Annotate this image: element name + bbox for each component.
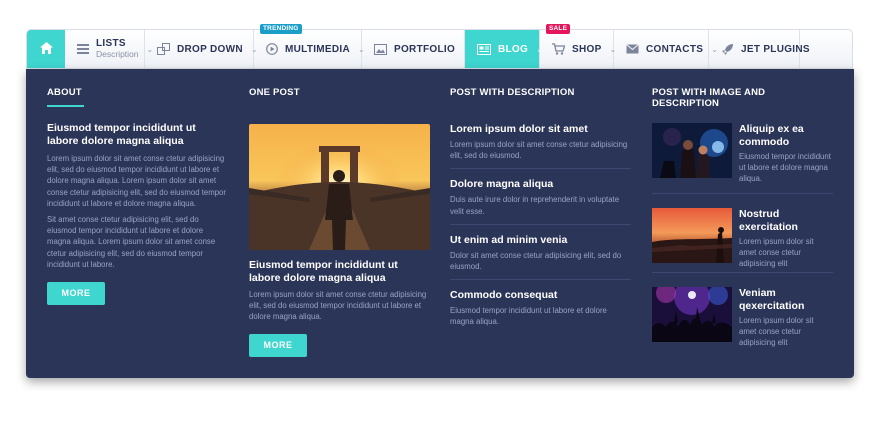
column-title-post-with-description: POST WITH DESCRIPTION <box>450 87 575 98</box>
post-excerpt: Eiusmod tempor incididunt ut labore et d… <box>739 152 831 184</box>
post-excerpt: Dolor sit amet conse ctetur adipisicing … <box>450 250 622 272</box>
post-thumbnail[interactable] <box>652 287 732 342</box>
nav-label-multimedia: MULTIMEDIA <box>285 43 351 55</box>
sale-badge: SALE <box>546 24 571 34</box>
nav-item-multimedia[interactable]: TRENDING MULTIMEDIA ⌄ <box>254 24 365 68</box>
list-item[interactable]: Aliquip ex ea commodo Eiusmod tempor inc… <box>652 123 832 189</box>
rocket-icon <box>721 42 734 56</box>
nav-item-lists[interactable]: LISTS Description ⌄ <box>65 30 153 68</box>
one-post-more-button[interactable]: MORE <box>249 333 307 357</box>
blog-mega-panel: ABOUT Eiusmod tempor incididunt ut labor… <box>26 69 854 378</box>
main-nav-bar: LISTS Description ⌄ DROP DOWN ⌄ TRENDING… <box>26 24 853 69</box>
post-thumbnail[interactable] <box>652 208 732 263</box>
envelope-icon <box>626 42 639 56</box>
post-heading[interactable]: Commodo consequat <box>450 289 631 302</box>
list-item[interactable]: Commodo consequat Eiusmod tempor incidid… <box>450 289 631 334</box>
column-title-post-with-image: POST WITH IMAGE AND DESCRIPTION <box>652 87 766 109</box>
divider <box>652 272 833 273</box>
nav-sublabel-lists: Description <box>96 49 139 59</box>
about-column: ABOUT Eiusmod tempor incididunt ut labor… <box>47 87 227 306</box>
one-post-column: ONE POST Eiusmod tempor incididunt ut la… <box>249 87 430 357</box>
windows-icon <box>157 42 170 56</box>
one-post-text: Lorem ipsum dolor sit amet conse ctetur … <box>249 290 427 322</box>
nav-label-contacts: CONTACTS <box>646 43 704 55</box>
list-item[interactable]: Ut enim ad minim venia Dolor sit amet co… <box>450 234 631 281</box>
post-excerpt: Lorem ipsum dolor sit amet conse ctetur … <box>739 237 814 269</box>
image-icon <box>374 42 387 56</box>
nav-label-shop: SHOP <box>572 43 602 55</box>
list-item[interactable]: Dolore magna aliqua Duis aute irure dolo… <box>450 178 631 225</box>
about-more-button[interactable]: MORE <box>47 282 105 306</box>
post-excerpt: Lorem ipsum dolor sit amet conse ctetur … <box>739 316 814 348</box>
nav-label-jet-plugins: JET PLUGINS <box>741 43 810 55</box>
newspaper-icon <box>477 42 491 56</box>
title-underline <box>47 105 84 107</box>
cart-icon <box>552 42 565 56</box>
divider <box>652 193 833 194</box>
post-text-block: Aliquip ex ea commodo Eiusmod tempor inc… <box>739 123 833 185</box>
nav-item-shop[interactable]: SALE SHOP ⌄ <box>540 24 616 68</box>
post-excerpt: Lorem ipsum dolor sit amet conse ctetur … <box>450 140 628 161</box>
post-excerpt: Eiusmod tempor incididunt ut labore et d… <box>450 306 607 327</box>
list-item[interactable]: Lorem ipsum dolor sit amet Lorem ipsum d… <box>450 123 631 170</box>
post-heading[interactable]: Lorem ipsum dolor sit amet <box>450 123 631 136</box>
nav-item-dropdown[interactable]: DROP DOWN ⌄ <box>145 30 258 68</box>
one-post-heading[interactable]: Eiusmod tempor incididunt ut labore dolo… <box>249 259 430 285</box>
nav-label-portfolio: PORTFOLIO <box>394 43 456 55</box>
nav-home[interactable] <box>27 30 65 68</box>
post-excerpt: Duis aute irure dolor in reprehenderit i… <box>450 195 620 216</box>
nav-label-dropdown: DROP DOWN <box>177 43 243 55</box>
nav-label-blog: BLOG <box>498 43 529 55</box>
column-title-one-post: ONE POST <box>249 87 300 98</box>
about-paragraph-1: Lorem ipsum dolor sit amet conse ctetur … <box>47 154 226 208</box>
play-icon <box>266 42 278 56</box>
post-with-image-column: POST WITH IMAGE AND DESCRIPTION Aliquip … <box>652 87 833 377</box>
one-post-image[interactable] <box>249 124 430 250</box>
column-title-about: ABOUT <box>47 87 82 98</box>
about-heading: Eiusmod tempor incididunt ut labore dolo… <box>47 122 196 147</box>
list-icon <box>77 42 89 56</box>
mega-menu-demo: LISTS Description ⌄ DROP DOWN ⌄ TRENDING… <box>0 0 880 440</box>
post-heading[interactable]: Ut enim ad minim venia <box>450 234 631 247</box>
nav-item-blog[interactable]: BLOG ⌄ <box>465 30 543 68</box>
nav-item-portfolio[interactable]: PORTFOLIO ⌄ <box>362 30 470 68</box>
post-with-description-column: POST WITH DESCRIPTION Lorem ipsum dolor … <box>450 87 631 335</box>
list-item[interactable]: Nostrud exercitation Lorem ipsum dolor s… <box>652 208 832 274</box>
post-thumbnail[interactable] <box>652 123 732 178</box>
trending-badge: TRENDING <box>260 24 302 34</box>
post-heading[interactable]: Dolore magna aliqua <box>450 178 631 191</box>
home-icon <box>39 41 53 57</box>
nav-item-jet-plugins[interactable]: JET PLUGINS <box>709 30 810 68</box>
about-paragraph-2: Sit amet conse ctetur adipisicing elit, … <box>47 215 216 269</box>
post-heading[interactable]: Nostrud exercitation <box>739 208 833 234</box>
list-item[interactable]: Veniam qexercitation Lorem ipsum dolor s… <box>652 287 832 353</box>
post-heading[interactable]: Veniam qexercitation <box>739 287 833 313</box>
nav-item-contacts[interactable]: CONTACTS ⌄ <box>614 30 718 68</box>
post-text-block: Veniam qexercitation Lorem ipsum dolor s… <box>739 287 833 349</box>
post-text-block: Nostrud exercitation Lorem ipsum dolor s… <box>739 208 833 270</box>
nav-label-lists: LISTS <box>96 38 126 49</box>
post-heading[interactable]: Aliquip ex ea commodo <box>739 123 833 149</box>
